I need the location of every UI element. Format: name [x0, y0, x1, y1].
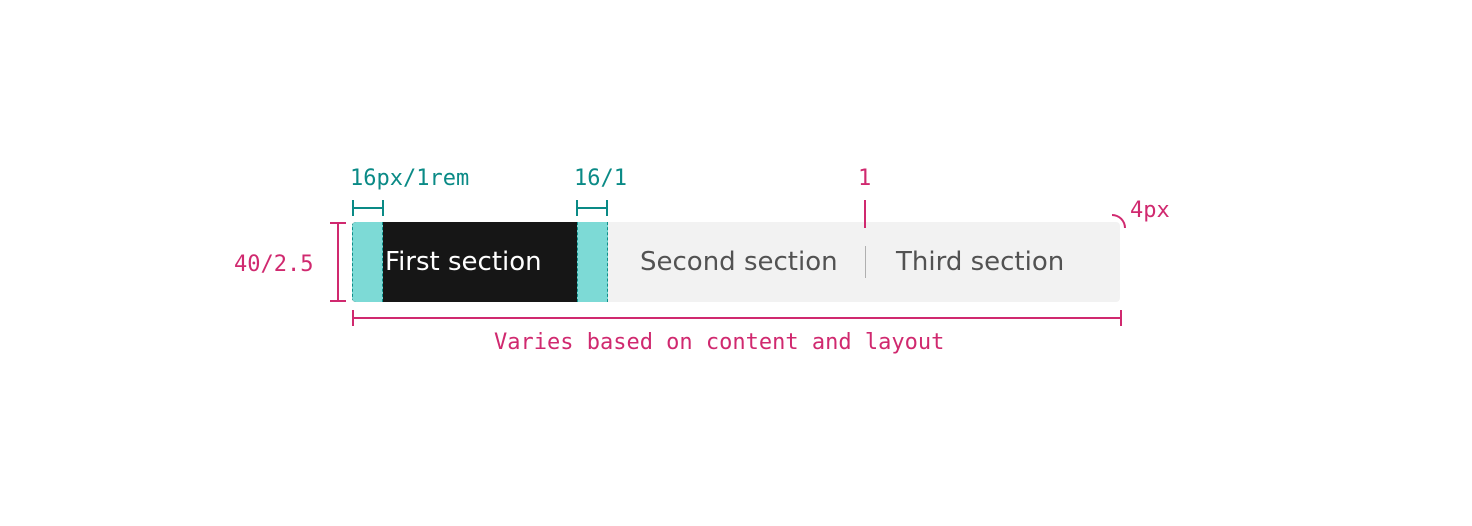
second-section-tab[interactable]: Second section: [640, 222, 838, 302]
width-annotation: Varies based on content and layout: [494, 330, 945, 355]
width-measure: [352, 317, 1122, 319]
first-section-label[interactable]: First section: [385, 222, 542, 302]
padding-right-tick-start: [576, 200, 578, 216]
divider-pointer: [864, 200, 866, 228]
height-annotation: 40/2.5: [234, 252, 314, 277]
third-section-tab[interactable]: Third section: [896, 222, 1064, 302]
padding-left-annotation: 16px/1rem: [350, 166, 470, 191]
padding-right-measure: [576, 207, 607, 209]
section-divider: [865, 246, 866, 278]
padding-right-tick-end: [606, 200, 608, 216]
padding-left-tick-start: [352, 200, 354, 216]
padding-left-measure: [352, 207, 383, 209]
padding-right-annotation: 16/1: [574, 166, 627, 191]
content-switcher: First section Second section Third secti…: [352, 222, 1120, 302]
height-measure: [337, 222, 339, 302]
divider-annotation: 1: [858, 166, 872, 191]
height-tick-top: [330, 222, 346, 224]
padding-left-tick-end: [382, 200, 384, 216]
height-tick-bottom: [330, 300, 346, 302]
width-tick-start: [352, 310, 354, 326]
right-padding-highlight: [577, 222, 608, 302]
corner-radius-marker: [1112, 214, 1126, 228]
corner-radius-annotation: 4px: [1130, 198, 1170, 223]
left-padding-highlight: [352, 222, 383, 302]
width-tick-end: [1120, 310, 1122, 326]
